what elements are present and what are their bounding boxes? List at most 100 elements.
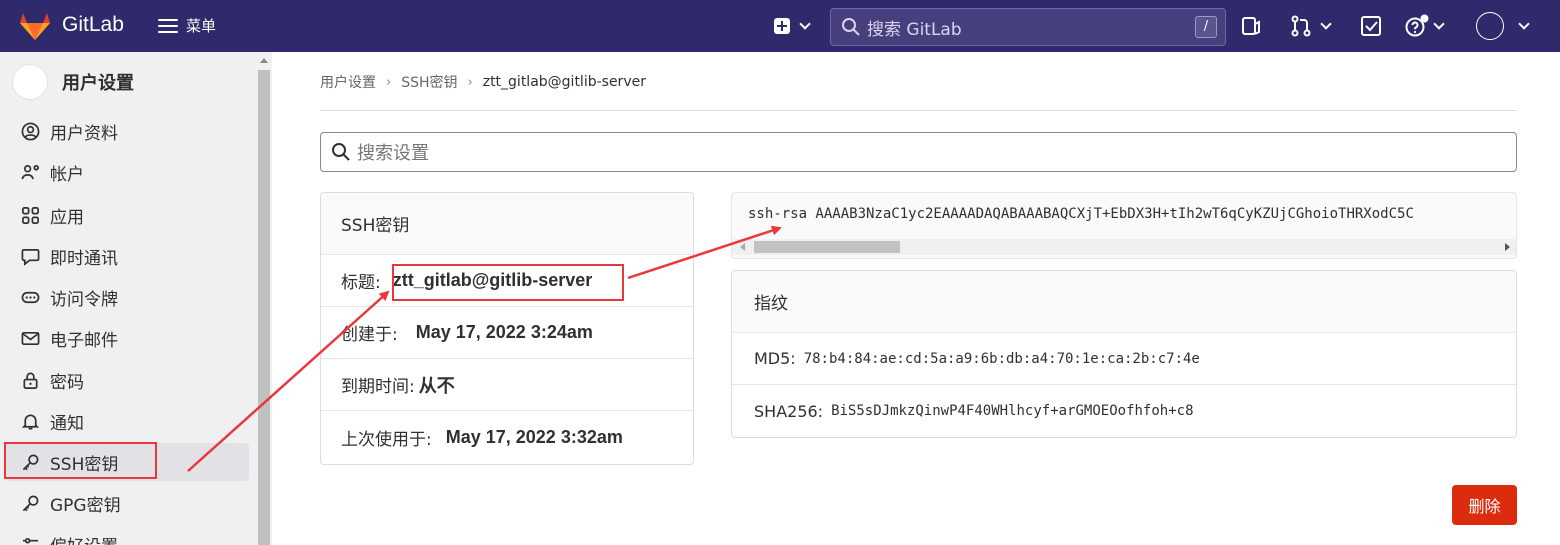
search-icon (332, 143, 350, 161)
preferences-icon (20, 534, 40, 545)
sidebar-item-emails[interactable]: 电子邮件 (4, 319, 249, 357)
scroll-left-arrow-icon[interactable] (740, 243, 745, 251)
breadcrumb-current[interactable]: ztt_gitlab@gitlib-server (483, 74, 646, 90)
sha256-label: SHA256: (754, 401, 824, 421)
top-navbar: GitLab 菜单 搜索 GitLab / (0, 0, 1560, 52)
hamburger-icon (158, 18, 178, 33)
sha256-row: SHA256: BiS5sDJmkzQinwP4F40WHlhcyf+arGMO… (732, 385, 1516, 437)
ssh-last-used-label: 上次使用于: (341, 429, 432, 450)
ssh-created-value: May 17, 2022 3:24am (415, 322, 593, 342)
mail-icon (20, 328, 40, 348)
sidebar-item-notifications[interactable]: 通知 (4, 402, 249, 440)
breadcrumb-ssh-keys[interactable]: SSH密钥 (401, 72, 457, 92)
user-menu-button[interactable] (1514, 14, 1530, 38)
chevron-down-icon (799, 18, 811, 30)
ssh-last-used-row: 上次使用于: May 17, 2022 3:32am (321, 411, 693, 463)
merge-requests-button[interactable] (1290, 14, 1332, 38)
user-avatar[interactable] (1476, 12, 1504, 40)
sidebar-item-label: 访问令牌 (50, 289, 118, 310)
ssh-title-label: 标题: (341, 273, 381, 293)
lock-icon (20, 370, 40, 390)
sidebar-item-account[interactable]: 帐户 (4, 153, 249, 191)
md5-row: MD5: 78:b4:84:ae:cd:5a:a9:6b:db:a4:70:1e… (732, 333, 1516, 385)
breadcrumb-separator-icon: › (467, 74, 473, 90)
issues-icon (1242, 17, 1260, 35)
settings-search-input[interactable]: 搜索设置 (320, 132, 1517, 172)
sidebar-item-profile[interactable]: 用户资料 (4, 112, 249, 150)
sidebar-header[interactable]: 用户设置 (12, 64, 134, 100)
ssh-key-content[interactable]: ssh-rsa AAAAB3NzaC1yc2EAAAADAQABAAABAQCX… (731, 192, 1517, 259)
sidebar-item-access-tokens[interactable]: 访问令牌 (4, 278, 249, 316)
sidebar-item-label: 即时通讯 (50, 248, 118, 269)
sidebar-item-password[interactable]: 密码 (4, 361, 249, 399)
todo-checkbox-icon (1361, 16, 1381, 36)
sidebar-scrollbar[interactable] (256, 52, 272, 545)
global-search-placeholder: 搜索 GitLab (867, 19, 962, 40)
fingerprints-header: 指纹 (732, 271, 1516, 333)
sha256-value: BiS5sDJmkzQinwP4F40WHlhcyf+arGMOEOofhfoh… (831, 403, 1194, 419)
sidebar-item-label: 用户资料 (50, 123, 118, 144)
annotation-highlight-ssh-title (392, 264, 624, 301)
menu-label: 菜单 (186, 17, 217, 35)
token-icon (20, 287, 40, 307)
annotation-highlight-ssh-sidebar (4, 442, 157, 479)
brand-name[interactable]: GitLab (62, 13, 124, 37)
merge-request-icon (1291, 15, 1311, 37)
breadcrumb-user-settings[interactable]: 用户设置 (320, 72, 376, 92)
sidebar-item-gpg-keys[interactable]: GPG密钥 (4, 484, 249, 522)
scrollbar-thumb[interactable] (258, 70, 270, 545)
ssh-expires-label: 到期时间: (341, 377, 415, 397)
chevron-down-icon (1433, 18, 1445, 30)
key-icon (20, 493, 40, 513)
header-divider (320, 110, 1517, 111)
md5-label: MD5: (754, 349, 796, 368)
sidebar-item-label: 密码 (50, 372, 84, 393)
issues-button[interactable] (1240, 14, 1262, 38)
ssh-expires-value: 从不 (418, 375, 455, 396)
breadcrumb-separator-icon: › (386, 74, 392, 90)
help-button[interactable] (1405, 14, 1445, 38)
sidebar-item-label: 偏好设置 (50, 532, 118, 545)
ssh-created-label: 创建于: (341, 325, 398, 345)
ssh-card-header: SSH密钥 (321, 193, 693, 255)
sidebar-item-preferences[interactable]: 偏好设置 (4, 525, 249, 545)
sidebar-item-label: 电子邮件 (50, 330, 118, 351)
breadcrumb: 用户设置 › SSH密钥 › ztt_gitlab@gitlib-server (320, 72, 646, 92)
fingerprints-card: 指纹 MD5: 78:b4:84:ae:cd:5a:a9:6b:db:a4:70… (731, 270, 1517, 438)
scroll-up-arrow-icon[interactable] (260, 58, 268, 63)
account-icon (20, 162, 40, 182)
sidebar-item-chat[interactable]: 即时通讯 (4, 237, 249, 275)
ssh-created-row: 创建于: May 17, 2022 3:24am (321, 307, 693, 359)
sidebar-item-applications[interactable]: 应用 (4, 196, 249, 234)
search-shortcut-key: / (1195, 16, 1217, 38)
sidebar-title: 用户设置 (62, 73, 134, 94)
sidebar-item-label: 应用 (50, 207, 84, 228)
ssh-key-details-card: SSH密钥 标题: ztt_gitlab@gitlib-server 创建于: … (320, 192, 694, 465)
settings-search-placeholder: 搜索设置 (357, 143, 429, 164)
plus-square-icon (774, 18, 790, 34)
profile-icon (20, 121, 40, 141)
gitlab-logo-icon[interactable] (18, 11, 52, 41)
chevron-down-icon (1320, 18, 1332, 30)
menu-button[interactable]: 菜单 (158, 15, 216, 36)
chevron-down-icon (1518, 18, 1530, 30)
global-search-input[interactable]: 搜索 GitLab / (830, 8, 1226, 46)
sidebar-item-label: GPG密钥 (50, 495, 121, 516)
horizontal-scrollbar[interactable] (732, 239, 1516, 255)
help-question-icon (1405, 14, 1429, 37)
sidebar-avatar (12, 64, 48, 100)
sidebar-item-label: 通知 (50, 413, 84, 434)
delete-button[interactable]: 删除 (1452, 485, 1517, 525)
chat-icon (20, 246, 40, 266)
sidebar-item-label: 帐户 (50, 164, 84, 185)
ssh-last-used-value: May 17, 2022 3:32am (445, 426, 623, 447)
applications-icon (20, 205, 40, 225)
scroll-right-arrow-icon[interactable] (1505, 243, 1510, 251)
md5-value: 78:b4:84:ae:cd:5a:a9:6b:db:a4:70:1e:ca:2… (803, 350, 1200, 367)
todos-button[interactable] (1360, 14, 1382, 38)
ssh-key-text[interactable]: ssh-rsa AAAAB3NzaC1yc2EAAAADAQABAAABAQCX… (748, 206, 1414, 222)
search-icon (842, 18, 860, 36)
scrollbar-thumb[interactable] (754, 241, 900, 253)
bell-icon (20, 411, 40, 431)
create-new-button[interactable] (773, 14, 811, 38)
